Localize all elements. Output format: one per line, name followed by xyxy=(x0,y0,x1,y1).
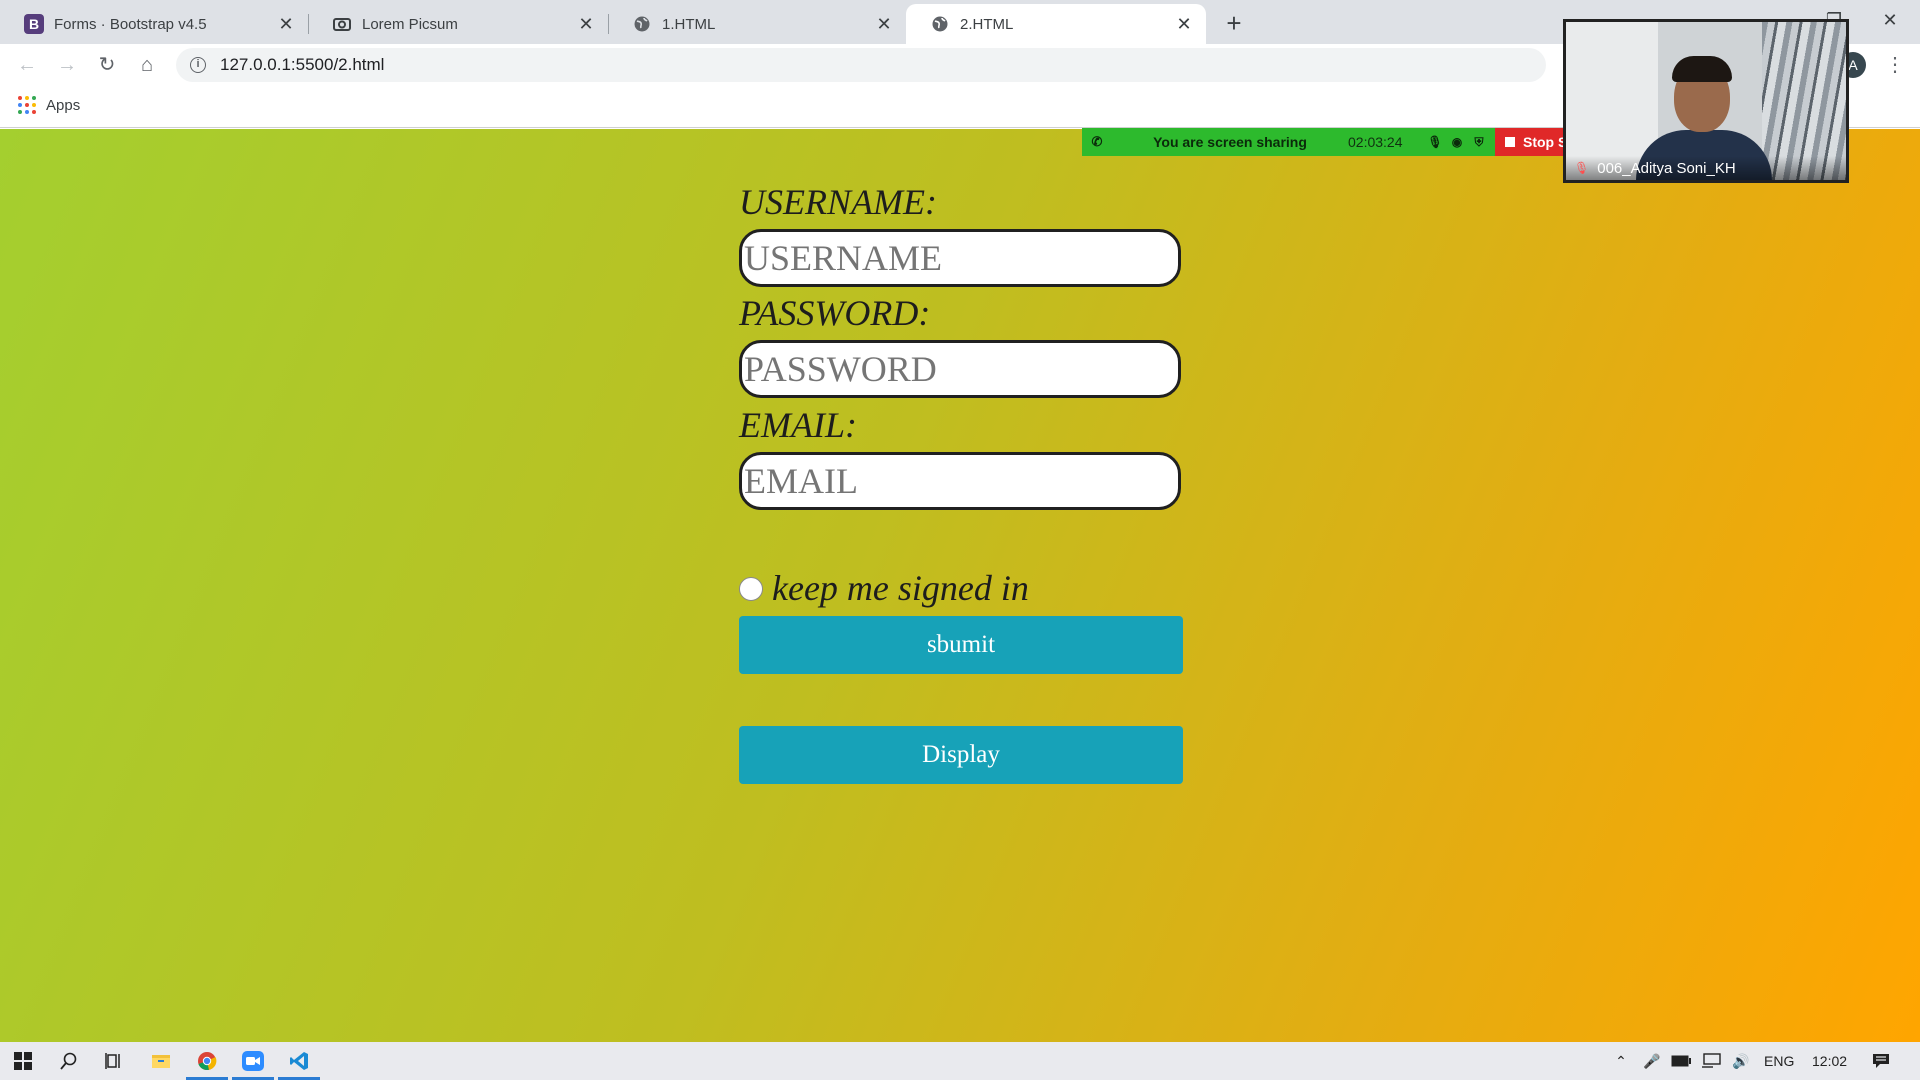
tab-title: Lorem Picsum xyxy=(362,15,458,33)
share-timer: 02:03:24 xyxy=(1348,134,1403,150)
network-icon[interactable] xyxy=(1698,1042,1724,1080)
tab-2-html[interactable]: 2.HTML ✕ xyxy=(906,4,1206,44)
participant-name: 006_Aditya Soni_KH xyxy=(1597,159,1736,177)
zoom-app-icon[interactable] xyxy=(230,1042,276,1080)
windows-start-icon[interactable] xyxy=(0,1042,46,1080)
tab-title: 2.HTML xyxy=(960,15,1014,33)
email-label: EMAIL: xyxy=(739,405,857,445)
mute-icon[interactable]: 🎙 xyxy=(1424,135,1446,149)
tab-title: Forms · Bootstrap v4.5 xyxy=(54,15,207,33)
apps-label: Apps xyxy=(46,96,81,114)
windows-taskbar: ⌃ 🎤 🔊 ENG 12:02 xyxy=(0,1042,1920,1080)
record-icon[interactable]: ◉ xyxy=(1446,135,1468,149)
muted-mic-icon: 🎙 xyxy=(1574,161,1590,175)
close-tab-icon[interactable]: ✕ xyxy=(1174,14,1194,35)
tab-bootstrap-forms[interactable]: B Forms · Bootstrap v4.5 ✕ xyxy=(0,4,308,44)
close-tab-icon[interactable]: ✕ xyxy=(576,14,596,35)
stop-icon xyxy=(1505,137,1515,147)
new-tab-button[interactable]: + xyxy=(1218,8,1250,40)
clock[interactable]: 12:02 xyxy=(1812,1042,1847,1080)
username-label: USERNAME: xyxy=(739,182,937,222)
address-bar[interactable]: i 127.0.0.1:5500/2.html xyxy=(176,48,1546,82)
volume-icon[interactable]: 🔊 xyxy=(1728,1042,1754,1080)
reload-icon[interactable]: ↻ xyxy=(92,50,122,80)
close-tab-icon[interactable]: ✕ xyxy=(276,14,296,35)
address-text: 127.0.0.1:5500/2.html xyxy=(220,55,385,74)
participant-video[interactable]: 🎙 006_Aditya Soni_KH xyxy=(1563,19,1849,183)
password-input[interactable] xyxy=(739,340,1181,398)
participant-name-bar: 🎙 006_Aditya Soni_KH xyxy=(1566,156,1846,180)
phone-icon: ✆ xyxy=(1091,134,1103,149)
submit-button[interactable]: sbumit xyxy=(739,616,1183,674)
globe-icon xyxy=(632,14,652,34)
username-input[interactable] xyxy=(739,229,1181,287)
apps-grid-icon xyxy=(18,96,36,114)
back-icon[interactable]: ← xyxy=(12,50,42,80)
battery-icon[interactable] xyxy=(1668,1042,1694,1080)
close-tab-icon[interactable]: ✕ xyxy=(874,14,894,35)
camera-icon xyxy=(332,14,352,34)
display-button[interactable]: Display xyxy=(739,726,1183,784)
forward-icon[interactable]: → xyxy=(52,50,82,80)
close-window-icon[interactable]: ✕ xyxy=(1862,0,1918,40)
shield-icon[interactable]: ⛨ xyxy=(1468,135,1490,150)
task-view-icon[interactable] xyxy=(92,1042,138,1080)
sharing-message: You are screen sharing xyxy=(1153,134,1307,150)
tab-title: 1.HTML xyxy=(662,15,716,33)
search-icon[interactable] xyxy=(46,1042,92,1080)
email-input[interactable] xyxy=(739,452,1181,510)
show-hidden-icons-chevron-icon[interactable]: ⌃ xyxy=(1608,1042,1634,1080)
microphone-icon[interactable]: 🎤 xyxy=(1640,1042,1664,1080)
apps-shortcut[interactable]: Apps xyxy=(18,96,80,114)
vscode-icon[interactable] xyxy=(276,1042,322,1080)
keep-signed-in-radio[interactable] xyxy=(739,577,763,601)
site-info-icon[interactable]: i xyxy=(190,57,206,73)
participant-hair xyxy=(1672,56,1732,82)
tab-lorem-picsum[interactable]: Lorem Picsum ✕ xyxy=(308,4,608,44)
globe-icon xyxy=(930,14,950,34)
more-menu-icon[interactable]: ⋮ xyxy=(1880,50,1910,80)
home-icon[interactable]: ⌂ xyxy=(132,50,162,80)
tab-1-html[interactable]: 1.HTML ✕ xyxy=(608,4,906,44)
chrome-icon[interactable] xyxy=(184,1042,230,1080)
keep-signed-in-label: keep me signed in xyxy=(772,568,1029,608)
page-viewport: USERNAME: PASSWORD: EMAIL: keep me signe… xyxy=(0,129,1920,1042)
file-explorer-icon[interactable] xyxy=(138,1042,184,1080)
password-label: PASSWORD: xyxy=(739,293,931,333)
language-indicator[interactable]: ENG xyxy=(1764,1042,1794,1080)
notifications-icon[interactable] xyxy=(1866,1042,1896,1080)
screen-share-bar: ✆ You are screen sharing 02:03:24 🎙 ◉ ⛨ xyxy=(1082,128,1495,156)
bootstrap-icon: B xyxy=(24,14,44,34)
